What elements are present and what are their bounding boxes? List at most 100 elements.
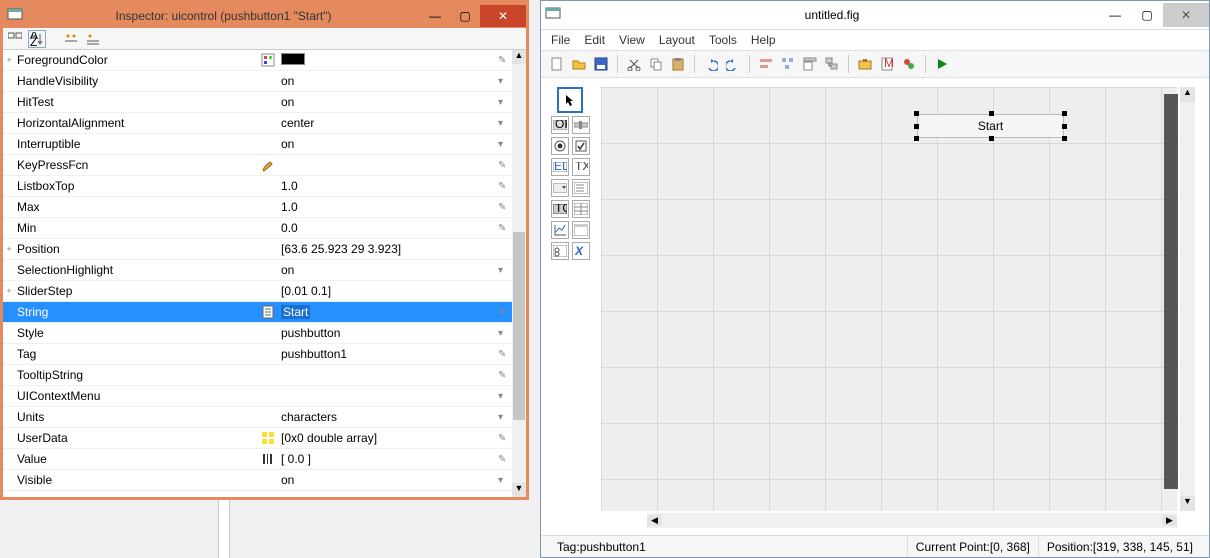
property-row-horizontalalignment[interactable]: HorizontalAlignmentcenter▾ [3, 113, 512, 134]
inspector-titlebar[interactable]: Inspector: uicontrol (pushbutton1 "Start… [3, 3, 526, 28]
property-row-interruptible[interactable]: Interruptibleon▾ [3, 134, 512, 155]
palette-activex-button[interactable]: X [572, 242, 590, 260]
edit-icon[interactable]: ✎ [498, 181, 512, 192]
property-row-uicontextmenu[interactable]: UIContextMenu▾ [3, 386, 512, 407]
dropdown-icon[interactable]: ▾ [498, 139, 512, 150]
scroll-up-arrow[interactable]: ▲ [512, 50, 526, 64]
dropdown-icon[interactable]: ▾ [498, 76, 512, 87]
property-value[interactable]: on [277, 74, 498, 88]
property-value[interactable]: 1.0 [277, 179, 498, 193]
selection-handle[interactable] [989, 111, 994, 116]
selection-handle[interactable] [914, 124, 919, 129]
pushbutton-start[interactable]: Start [917, 114, 1064, 138]
edit-icon[interactable]: ✎ [498, 454, 512, 465]
run-button[interactable] [932, 54, 952, 74]
align-button[interactable] [756, 54, 776, 74]
canvas-vscrollbar[interactable]: ▲ ▼ [1180, 87, 1195, 511]
expand-toggle[interactable]: + [3, 244, 15, 254]
save-button[interactable] [591, 54, 611, 74]
property-row-tooltipstring[interactable]: TooltipString✎ [3, 365, 512, 386]
property-row-keypressfcn[interactable]: KeyPressFcn✎ [3, 155, 512, 176]
palette-push-button[interactable]: OK [551, 116, 569, 134]
selection-handle[interactable] [1062, 136, 1067, 141]
object-button[interactable] [899, 54, 919, 74]
distribute-button[interactable] [778, 54, 798, 74]
group2-icon[interactable] [84, 30, 102, 48]
redo-button[interactable] [723, 54, 743, 74]
categorize-icon[interactable] [6, 30, 24, 48]
palette-edit-button[interactable]: EDIT [551, 158, 569, 176]
scroll-down-arrow[interactable]: ▼ [1180, 496, 1195, 511]
grid-icon[interactable] [259, 430, 277, 447]
selection-handle[interactable] [1062, 111, 1067, 116]
property-row-visible[interactable]: Visibleon▾ [3, 470, 512, 491]
property-row-selectionhighlight[interactable]: SelectionHighlighton▾ [3, 260, 512, 281]
layout-canvas[interactable]: Start [601, 87, 1177, 511]
property-row-value[interactable]: Value[ 0.0 ]✎ [3, 449, 512, 470]
selection-handle[interactable] [914, 111, 919, 116]
property-value[interactable]: 0.0 [277, 221, 498, 235]
dropdown-icon[interactable]: ▾ [498, 265, 512, 276]
property-value[interactable]: on [277, 137, 498, 151]
palette-listbox-button[interactable] [572, 179, 590, 197]
property-value[interactable]: on [277, 263, 498, 277]
menu-editor-button[interactable] [800, 54, 820, 74]
mfile-button[interactable]: M [877, 54, 897, 74]
dropdown-icon[interactable]: ▾ [498, 412, 512, 423]
property-value[interactable]: characters [277, 410, 498, 424]
menu-view[interactable]: View [619, 33, 645, 47]
property-row-hittest[interactable]: HitTeston▾ [3, 92, 512, 113]
property-value[interactable]: Start [277, 305, 498, 319]
property-row-handlevisibility[interactable]: HandleVisibilityon▾ [3, 71, 512, 92]
dropdown-icon[interactable]: ▾ [498, 328, 512, 339]
palette-slider-button[interactable] [572, 116, 590, 134]
palette-popup-button[interactable] [551, 179, 569, 197]
tab-order-button[interactable] [822, 54, 842, 74]
property-row-min[interactable]: Min0.0✎ [3, 218, 512, 239]
edit-icon[interactable]: ✎ [498, 307, 512, 318]
open-button[interactable] [569, 54, 589, 74]
dropdown-icon[interactable]: ▾ [498, 475, 512, 486]
property-value[interactable] [277, 53, 498, 68]
undo-button[interactable] [701, 54, 721, 74]
dropdown-icon[interactable]: ▾ [498, 118, 512, 129]
palette-panel-button[interactable] [572, 221, 590, 239]
property-row-style[interactable]: Stylepushbutton▾ [3, 323, 512, 344]
expand-toggle[interactable]: + [3, 286, 15, 296]
property-row-max[interactable]: Max1.0✎ [3, 197, 512, 218]
scroll-thumb[interactable] [513, 232, 525, 421]
selection-handle[interactable] [914, 136, 919, 141]
barcode-icon[interactable] [259, 451, 277, 468]
dropdown-icon[interactable]: ▾ [498, 391, 512, 402]
property-value[interactable]: 1.0 [277, 200, 498, 214]
expand-toggle[interactable]: + [3, 55, 15, 65]
canvas-hscrollbar[interactable]: ◀ ▶ [647, 513, 1177, 528]
property-value[interactable]: pushbutton1 [277, 347, 498, 361]
menu-edit[interactable]: Edit [584, 33, 605, 47]
scroll-down-arrow[interactable]: ▼ [512, 483, 526, 497]
guide-titlebar[interactable]: untitled.fig — ▢ ✕ [541, 1, 1209, 30]
edit-icon[interactable]: ✎ [498, 433, 512, 444]
sort-az-icon[interactable]: AZ [28, 30, 46, 48]
property-value[interactable]: [0.01 0.1] [277, 284, 498, 298]
brush-icon[interactable] [259, 157, 277, 174]
scroll-up-arrow[interactable]: ▲ [1180, 87, 1195, 102]
property-row-userdata[interactable]: UserData[0x0 double array]✎ [3, 428, 512, 449]
property-value[interactable]: pushbutton [277, 326, 498, 340]
palette-icon[interactable] [259, 52, 277, 69]
property-row-position[interactable]: +Position[63.6 25.923 29 3.923] [3, 239, 512, 260]
close-button[interactable]: ✕ [1163, 3, 1209, 27]
edit-icon[interactable]: ✎ [498, 349, 512, 360]
property-row-tag[interactable]: Tagpushbutton1✎ [3, 344, 512, 365]
property-value[interactable]: center [277, 116, 498, 130]
menu-tools[interactable]: Tools [709, 33, 737, 47]
menu-file[interactable]: File [551, 33, 570, 47]
palette-pointer-button[interactable] [557, 87, 583, 113]
property-value[interactable]: on [277, 95, 498, 109]
dropdown-icon[interactable]: ▾ [498, 97, 512, 108]
cut-button[interactable] [624, 54, 644, 74]
close-button[interactable]: ✕ [480, 5, 526, 27]
property-row-foregroundcolor[interactable]: +ForegroundColor✎ [3, 50, 512, 71]
property-row-units[interactable]: Unitscharacters▾ [3, 407, 512, 428]
edit-icon[interactable]: ✎ [498, 202, 512, 213]
